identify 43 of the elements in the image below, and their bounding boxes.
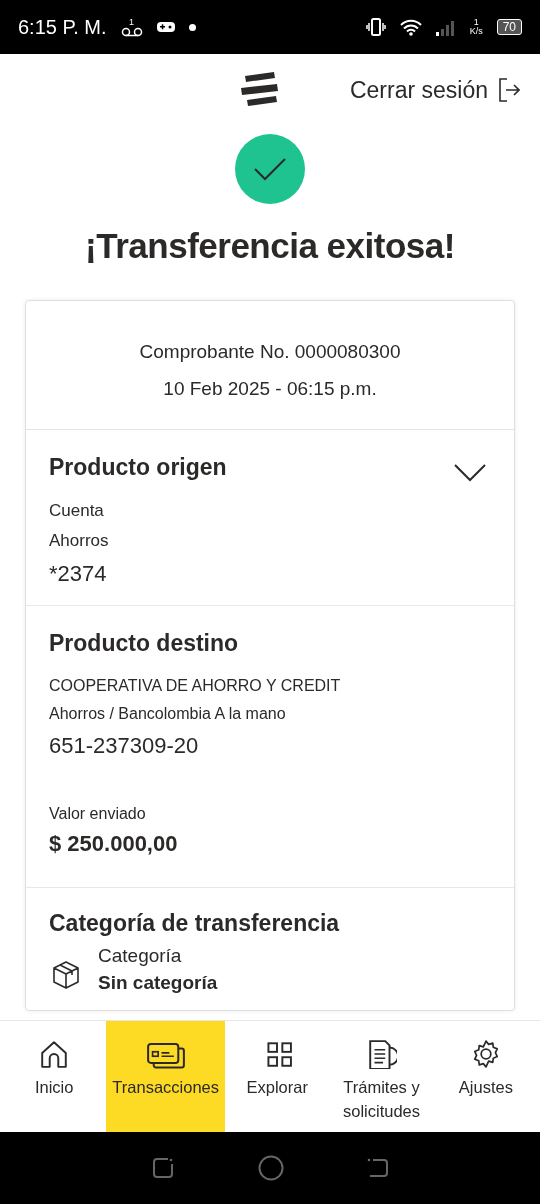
battery-indicator: 70 <box>496 19 522 35</box>
network-speed-unit: K/s <box>469 27 483 36</box>
section-heading: Categoría de transferencia <box>49 909 340 938</box>
status-time: 6:15 P. M. <box>18 15 107 39</box>
home-button-icon[interactable] <box>258 1155 284 1181</box>
package-icon <box>52 960 80 990</box>
nav-tab[interactable]: Ajustes <box>433 1021 538 1132</box>
back-icon[interactable] <box>366 1157 389 1179</box>
nav-tab[interactable]: Inicio <box>2 1021 107 1132</box>
success-title: ¡Transferencia exitosa! <box>84 226 456 266</box>
receipt-number: Comprobante No. 0000080300 <box>139 340 401 364</box>
nav-tab[interactable]: Explorar <box>225 1021 330 1132</box>
account-detail: COOPERATIVA DE AHORRO Y CREDIT <box>49 676 342 696</box>
voicemail-icon <box>120 26 143 37</box>
account-detail: Cuenta <box>49 500 105 522</box>
amount-label: Valor enviado <box>49 804 147 824</box>
nav-tab[interactable]: Transacciones <box>106 1021 225 1132</box>
logout-button[interactable]: Cerrar sesión <box>349 76 520 104</box>
network-speed: 1 <box>473 18 479 27</box>
chevron-down-icon[interactable] <box>454 464 486 482</box>
section-heading: Producto origen <box>49 453 227 482</box>
account-number: *2374 <box>49 560 108 588</box>
recent-apps-icon[interactable] <box>151 1156 176 1180</box>
voicemail-count: 1 <box>129 17 135 27</box>
gamepad-icon <box>156 21 175 33</box>
signal-icon <box>435 18 456 36</box>
amount-value: $ 250.000,00 <box>49 830 179 858</box>
document-icon <box>366 1039 397 1069</box>
section-heading: Producto destino <box>49 629 239 658</box>
category-value: Sin categoría <box>98 971 218 995</box>
receipt-date: 10 Feb 2025 - 06:15 p.m. <box>163 377 377 401</box>
account-number: 651-237309-20 <box>49 732 200 760</box>
account-detail: Ahorros <box>49 530 110 552</box>
category-label: Categoría <box>98 944 183 968</box>
success-check-icon <box>235 134 305 204</box>
wifi-icon <box>399 18 422 36</box>
nav-tab[interactable]: Trámites y solicitudes <box>329 1021 434 1132</box>
logout-icon <box>498 78 520 102</box>
home-icon <box>39 1039 70 1069</box>
vibrate-icon <box>365 18 386 36</box>
account-detail: Ahorros / Bancolombia A la mano <box>49 704 287 724</box>
notification-dot-icon <box>188 23 196 31</box>
bank-logo <box>239 72 281 108</box>
